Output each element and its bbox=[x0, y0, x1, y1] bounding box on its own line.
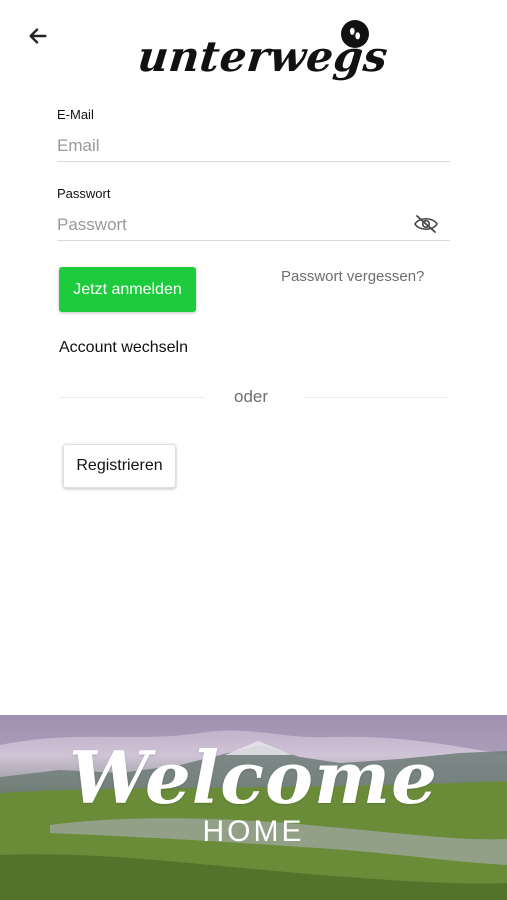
back-arrow-icon bbox=[29, 28, 47, 44]
back-button[interactable] bbox=[22, 20, 54, 52]
welcome-subtitle: HOME bbox=[202, 815, 305, 848]
toggle-password-visibility[interactable] bbox=[412, 212, 440, 236]
app-logo: unterwegs bbox=[135, 18, 390, 90]
welcome-banner: Welcome HOME bbox=[0, 715, 507, 900]
password-field[interactable] bbox=[57, 209, 450, 241]
login-screen: unterwegs E-Mail Passwort Jetzt anmelden… bbox=[0, 0, 507, 900]
email-label: E-Mail bbox=[57, 107, 94, 122]
register-button[interactable]: Registrieren bbox=[63, 444, 176, 488]
divider-line-left bbox=[59, 397, 205, 398]
email-field[interactable] bbox=[57, 130, 450, 162]
login-button[interactable]: Jetzt anmelden bbox=[59, 267, 196, 312]
welcome-title: Welcome bbox=[68, 735, 438, 820]
footprints-icon bbox=[341, 20, 369, 48]
eye-slash-icon bbox=[414, 215, 438, 233]
divider-label: oder bbox=[234, 387, 269, 406]
divider-line-right bbox=[303, 397, 449, 398]
password-label: Passwort bbox=[57, 186, 111, 201]
forgot-password-link[interactable]: Passwort vergessen? bbox=[281, 268, 424, 285]
switch-account-link[interactable]: Account wechseln bbox=[59, 339, 188, 357]
